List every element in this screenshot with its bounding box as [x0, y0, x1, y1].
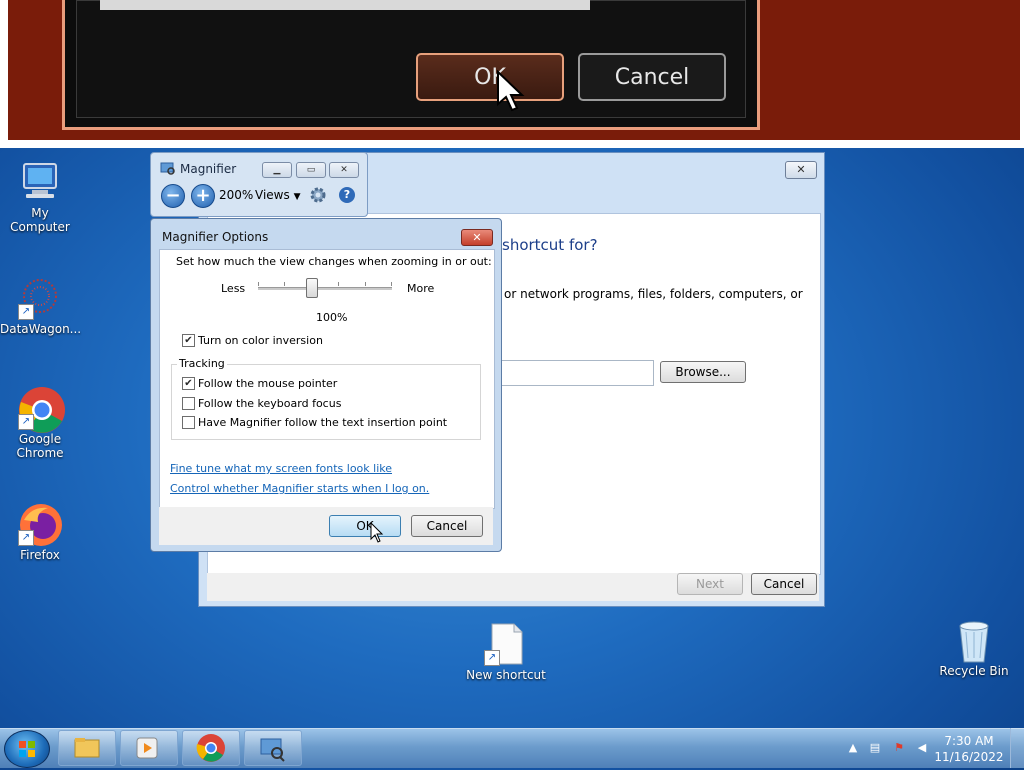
start-button[interactable] [4, 730, 50, 768]
action-center-icon[interactable]: ⚑ [892, 742, 906, 754]
show-hidden-icons-button[interactable]: ▲ [846, 742, 860, 754]
desktop-icon-datawagon[interactable]: ↗ DataWagon... [0, 276, 82, 336]
slider-max-label: More [407, 282, 435, 295]
lens-cancel-button: Cancel [578, 53, 726, 101]
chevron-down-icon: ▼ [293, 192, 301, 202]
media-player-icon [136, 737, 158, 759]
slider-tick [391, 282, 392, 286]
taskbar-explorer[interactable] [58, 730, 116, 766]
chrome-icon: ↗ [18, 386, 65, 433]
desktop-icon-label: My Computer [10, 206, 70, 234]
views-label: Views [255, 188, 290, 202]
tracking-group-label: Tracking [177, 357, 227, 370]
shortcut-arrow-icon: ↗ [18, 414, 34, 430]
blank-file-icon: ↗ [484, 622, 528, 666]
chrome-icon [196, 734, 225, 762]
taskbar-chrome[interactable] [182, 730, 240, 766]
folder-icon [74, 738, 100, 758]
startup-settings-link[interactable]: Control whether Magnifier starts when I … [170, 482, 429, 495]
step-value: 100% [316, 311, 348, 324]
lens-cursor-icon [497, 70, 525, 112]
windows-logo-icon [19, 741, 35, 757]
options-cancel-button[interactable]: Cancel [411, 515, 483, 537]
lens-ok-button: OK [416, 53, 564, 101]
help-icon[interactable]: ? [339, 187, 355, 203]
zoom-in-button[interactable]: + [191, 184, 215, 208]
views-dropdown[interactable]: Views ▼ [255, 188, 300, 202]
wizard-heading: shortcut for? [502, 236, 598, 254]
magnifier-app-icon [160, 162, 175, 175]
zoom-step-slider[interactable] [258, 278, 392, 298]
desktop-icon-new-shortcut[interactable]: ↗ New shortcut [466, 622, 546, 682]
options-ok-button[interactable]: OK [329, 515, 401, 537]
shortcut-arrow-icon: ↗ [18, 530, 34, 546]
follow-text-insertion-label: Have Magnifier follow the text insertion… [198, 416, 448, 429]
slider-thumb[interactable] [306, 278, 318, 298]
slider-tick [258, 282, 259, 286]
shortcut-arrow-icon: ↗ [18, 304, 34, 320]
desktop-icon-recycle-bin[interactable]: Recycle Bin [934, 618, 1014, 678]
magnifier-icon [260, 738, 285, 762]
mouse-cursor-icon [370, 522, 384, 543]
firefox-icon: ↗ [18, 502, 62, 546]
wizard-description: or network programs, files, folders, com… [504, 287, 803, 301]
follow-text-insertion-checkbox[interactable] [182, 416, 195, 429]
minimize-button[interactable]: ▁ [262, 162, 292, 178]
magnifier-lens-view: OK Cancel [0, 0, 1024, 148]
lens-text-field [100, 0, 590, 10]
volume-icon[interactable]: ◀ [915, 742, 929, 754]
desktop-icon-chrome[interactable]: ↗ Google Chrome [0, 386, 80, 460]
taskbar-media-player[interactable] [120, 730, 178, 766]
fine-tune-fonts-link[interactable]: Fine tune what my screen fonts look like [170, 462, 392, 475]
slider-tick [338, 282, 339, 286]
wizard-footer: Next Cancel [207, 573, 819, 601]
follow-keyboard-label: Follow the keyboard focus [198, 397, 342, 410]
follow-mouse-checkbox[interactable]: ✔ [182, 377, 195, 390]
taskbar-magnifier[interactable] [244, 730, 302, 766]
color-inversion-checkbox[interactable]: ✔ [182, 334, 195, 347]
desktop-icon-label: DataWagon... [0, 322, 82, 336]
next-button[interactable]: Next [677, 573, 743, 595]
recycle-bin-icon [952, 618, 996, 663]
browse-button[interactable]: Browse... [660, 361, 746, 383]
color-inversion-label: Turn on color inversion [198, 334, 323, 347]
datawagon-icon: ↗ [18, 276, 62, 320]
desktop-icon-my-computer[interactable]: My Computer [0, 160, 80, 234]
network-icon[interactable]: ▤ [868, 742, 882, 754]
wizard-close-button[interactable]: ✕ [785, 161, 817, 179]
slider-tick [365, 282, 366, 286]
gear-icon[interactable] [309, 186, 327, 204]
wizard-cancel-button[interactable]: Cancel [751, 573, 817, 595]
zoom-out-button[interactable]: − [161, 184, 185, 208]
desktop-icon-label: New shortcut [466, 668, 546, 682]
zoom-level: 200% [219, 188, 254, 202]
desktop-icon-label: Firefox [20, 548, 60, 562]
dialog-close-button[interactable]: ✕ [461, 229, 493, 246]
follow-keyboard-checkbox[interactable] [182, 397, 195, 410]
magnifier-close-button[interactable]: ✕ [329, 162, 359, 178]
slider-min-label: Less [221, 282, 246, 295]
clock-date: 11/16/2022 [934, 750, 1004, 764]
show-desktop-button[interactable] [1010, 728, 1024, 768]
zoom-prompt: Set how much the view changes when zoomi… [176, 255, 492, 268]
follow-mouse-label: Follow the mouse pointer [198, 377, 338, 390]
location-input[interactable] [498, 360, 654, 386]
desktop-icon-label: Google Chrome [16, 432, 64, 460]
clock-time: 7:30 AM [944, 734, 994, 748]
slider-tick [284, 282, 285, 286]
desktop-icon-label: Recycle Bin [939, 664, 1009, 678]
clock[interactable]: 7:30 AM 11/16/2022 [934, 733, 1004, 765]
magnifier-title: Magnifier [180, 162, 237, 176]
computer-icon [18, 160, 62, 204]
magnifier-toolbar: Magnifier ▁ ▭ ✕ − + 200% Views ▼ ? [150, 152, 368, 217]
desktop-icon-firefox[interactable]: ↗ Firefox [0, 502, 80, 562]
maximize-button[interactable]: ▭ [296, 162, 326, 178]
shortcut-arrow-icon: ↗ [484, 650, 500, 666]
dialog-title: Magnifier Options [162, 230, 269, 244]
